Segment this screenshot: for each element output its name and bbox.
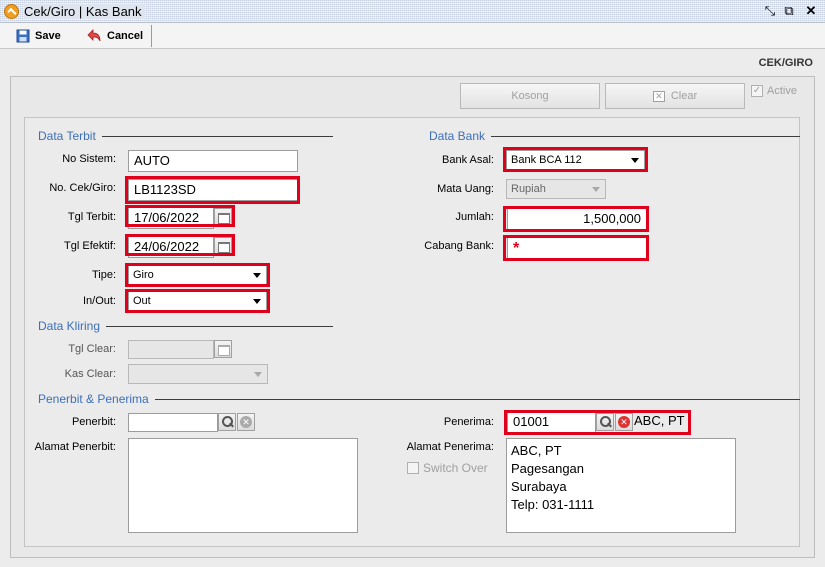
highlight-box	[125, 263, 270, 287]
highlight-box	[125, 234, 235, 256]
group-title-data-bank: Data Bank	[429, 129, 492, 143]
title-bar: Cek/Giro | Kas Bank ⤡ ⧉ ✕	[0, 0, 825, 23]
no-sistem-label: No Sistem:	[62, 153, 116, 165]
toolbar-separator	[151, 25, 152, 47]
penerbit-field[interactable]	[128, 413, 218, 432]
kas-clear-label: Kas Clear:	[64, 368, 116, 380]
mata-uang-value: Rupiah	[511, 183, 546, 195]
cabang-label: Cabang Bank:	[424, 240, 494, 252]
cancel-button[interactable]: Cancel	[80, 25, 149, 47]
clear-icon: ✕	[652, 90, 665, 102]
group-title-data-terbit: Data Terbit	[38, 129, 102, 143]
kas-clear-select[interactable]	[128, 364, 268, 384]
penerima-label: Penerima:	[443, 416, 494, 428]
clear-button[interactable]: ✕ Clear	[605, 83, 745, 109]
calendar-icon[interactable]	[214, 340, 232, 358]
address-line: Telp: 031-1111	[511, 497, 595, 512]
highlight-box	[125, 176, 300, 204]
highlight-box	[503, 206, 649, 232]
save-icon	[16, 29, 30, 43]
restore-icon[interactable]: ⤡	[762, 3, 778, 19]
tipe-label: Tipe:	[91, 269, 116, 281]
cancel-icon	[87, 29, 101, 42]
highlight-box	[125, 205, 235, 227]
window-title: Cek/Giro | Kas Bank	[24, 4, 145, 19]
clear-label: Clear	[670, 90, 698, 102]
cancel-label: Cancel	[107, 30, 144, 42]
tgl-clear-field[interactable]	[128, 340, 214, 359]
address-line: Surabaya	[511, 479, 567, 494]
chevron-down-icon	[592, 187, 600, 192]
highlight-box	[125, 289, 270, 313]
inout-label: In/Out:	[82, 295, 116, 307]
save-button[interactable]: Save	[10, 25, 67, 47]
tgl-clear-label: Tgl Clear:	[68, 343, 116, 355]
alamat-penerbit-field[interactable]	[128, 438, 358, 533]
mata-uang-select[interactable]: Rupiah	[506, 179, 606, 199]
kosong-label: Kosong	[511, 90, 549, 102]
section-title: CEK/GIRO	[758, 57, 813, 69]
jumlah-label: Jumlah:	[455, 211, 494, 223]
active-checkbox[interactable]: ✓ Active	[751, 85, 797, 97]
highlight-box	[503, 235, 649, 261]
app-icon	[4, 4, 19, 19]
highlight-box	[503, 147, 648, 172]
group-title-data-kliring: Data Kliring	[38, 319, 107, 333]
penerbit-label: Penerbit:	[71, 416, 116, 428]
kosong-button[interactable]: Kosong	[460, 83, 600, 109]
checkbox-icon	[407, 462, 419, 474]
group-title-penerbit-penerima: Penerbit & Penerima	[38, 392, 155, 406]
popout-icon[interactable]: ⧉	[781, 3, 797, 19]
switch-over-checkbox[interactable]: Switch Over	[407, 461, 488, 475]
alamat-penerbit-label: Alamat Penerbit:	[34, 441, 116, 453]
switch-over-label: Switch Over	[423, 461, 488, 475]
close-icon[interactable]: ✕	[803, 3, 819, 19]
no-sistem-field[interactable]: AUTO	[128, 150, 298, 172]
address-line: ABC, PT	[511, 443, 562, 458]
address-line: Pagesangan	[511, 461, 585, 476]
search-icon[interactable]	[218, 413, 236, 431]
highlight-box	[504, 410, 691, 435]
alamat-penerima-label: Alamat Penerima:	[406, 441, 494, 453]
toolbar: Save Cancel	[0, 23, 825, 49]
save-label: Save	[35, 30, 61, 42]
chevron-down-icon	[254, 372, 262, 377]
active-label: Active	[767, 85, 797, 97]
tgl-efektif-label: Tgl Efektif:	[64, 240, 116, 252]
alamat-penerima-field[interactable]: ABC, PT Pagesangan Surabaya Telp: 031-11…	[506, 438, 736, 533]
bank-asal-label: Bank Asal:	[442, 154, 494, 166]
mata-uang-label: Mata Uang:	[437, 183, 494, 195]
check-icon: ✓	[751, 85, 763, 97]
no-cek-label: No. Cek/Giro:	[49, 182, 116, 194]
tgl-terbit-label: Tgl Terbit:	[67, 211, 116, 223]
clear-icon[interactable]: ✕	[237, 413, 255, 431]
